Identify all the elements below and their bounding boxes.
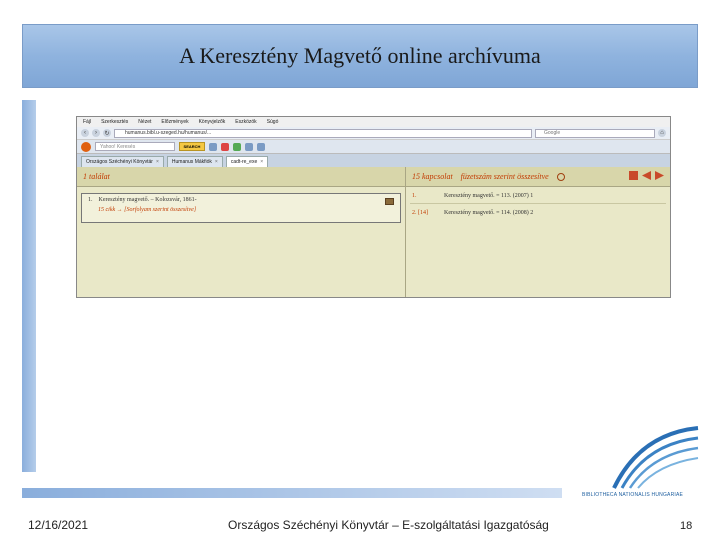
result-item[interactable]: 1. Keresztény magvető. – Kolozsvár, 1861… <box>81 193 401 223</box>
browser-tabs: Országos Széchényi Könyvtár × Humanus Má… <box>77 154 670 167</box>
menu-item-bookmarks[interactable]: Könyvjelzők <box>199 119 226 125</box>
logo-text: BIBLIOTHECA NATIONALIS HUNGARIAE <box>582 492 684 498</box>
arrow-right-icon[interactable] <box>655 171 664 180</box>
list-item[interactable]: 1. Keresztény magvető. = 113. (2007) 1 <box>406 193 670 199</box>
title-banner: A Keresztény Magvető online archívuma <box>22 24 698 88</box>
left-pane-header: 1 találat <box>77 167 405 187</box>
list-item-text[interactable]: Keresztény magvető. = 114. (2008) 2 <box>444 210 533 216</box>
page-content: 1 találat 1. Keresztény magvető. – Koloz… <box>77 167 670 297</box>
result-title[interactable]: Keresztény magvető. – Kolozsvár, 1861- <box>99 197 197 203</box>
menu-item-help[interactable]: Súgó <box>267 119 279 125</box>
tab-cadt[interactable]: cadt-re_exe × <box>225 156 269 167</box>
back-icon[interactable]: ‹ <box>81 129 89 137</box>
close-icon[interactable]: × <box>156 159 159 165</box>
list-item[interactable]: 2. [14] Keresztény magvető. = 114. (2008… <box>406 210 670 216</box>
browser-search-input[interactable]: Google <box>535 128 655 138</box>
firefox-icon <box>81 141 91 152</box>
close-icon[interactable]: × <box>215 159 218 165</box>
divider <box>410 203 666 204</box>
menu-item-history[interactable]: Előzmények <box>161 119 188 125</box>
grouping-title: füzetszám szerint összesítve <box>460 172 549 181</box>
search-icon[interactable] <box>556 172 565 181</box>
toolbar-search-input[interactable]: Yahoo! Keresés <box>95 142 175 151</box>
close-icon[interactable]: × <box>260 159 263 165</box>
menu-item-tools[interactable]: Eszközök <box>235 119 256 125</box>
tab-oszk[interactable]: Országos Széchényi Könyvtár × <box>81 156 164 167</box>
menu-item-view[interactable]: Nézet <box>138 119 151 125</box>
footer-organization: Országos Széchényi Könyvtár – E-szolgált… <box>228 518 549 532</box>
list-item-number: 1. <box>412 193 417 199</box>
export-icon[interactable] <box>629 171 638 180</box>
reload-icon[interactable]: ↻ <box>103 129 111 137</box>
menu-item-file[interactable]: Fájl <box>83 119 91 125</box>
list-item-text[interactable]: Keresztény magvető. = 113. (2007) 1 <box>444 193 533 199</box>
home-icon[interactable]: ⌂ <box>658 129 666 137</box>
book-icon[interactable] <box>385 198 394 205</box>
left-decor-stripe <box>22 100 36 472</box>
mail-icon[interactable] <box>221 142 229 151</box>
toolbar-icon[interactable] <box>233 142 241 151</box>
menu-item-edit[interactable]: Szerkesztés <box>101 119 128 125</box>
oszk-logo-icon <box>612 426 699 489</box>
link-count: 15 kapcsolat <box>412 172 453 181</box>
result-link[interactable]: 15 cikk → [Sorfolyam szerint összesítve] <box>88 207 394 213</box>
list-item-number: 2. [14] <box>412 210 428 216</box>
bottom-decor-stripe <box>22 488 562 498</box>
right-pane: 15 kapcsolat füzetszám szerint összesítv… <box>406 167 670 297</box>
toolbar-search-button[interactable]: SEARCH <box>179 142 205 151</box>
toolbar-icon[interactable] <box>245 142 253 151</box>
browser-menu-bar: Fájl Szerkesztés Nézet Előzmények Könyvj… <box>77 117 670 127</box>
tab-label: cadt-re_exe <box>230 159 258 165</box>
address-bar[interactable]: humanus.bibl.u-szeged.hu/humanus/... <box>114 128 532 138</box>
tab-label: Humanus Mákfiók <box>171 159 212 165</box>
page-number: 18 <box>680 520 693 532</box>
tab-label: Országos Széchényi Könyvtár <box>86 159 153 165</box>
left-pane: 1 találat 1. Keresztény magvető. – Koloz… <box>77 167 406 297</box>
slide-title: A Keresztény Magvető online archívuma <box>179 43 541 68</box>
browser-screenshot: Fájl Szerkesztés Nézet Előzmények Könyvj… <box>76 116 671 298</box>
result-number: 1. <box>88 197 93 203</box>
browser-toolbar: Yahoo! Keresés SEARCH <box>77 140 670 154</box>
forward-icon[interactable]: › <box>92 129 100 137</box>
toolbar-icon[interactable] <box>257 142 265 151</box>
browser-nav-bar: ‹ › ↻ humanus.bibl.u-szeged.hu/humanus/.… <box>77 127 670 140</box>
footer-date: 12/16/2021 <box>28 518 89 532</box>
toolbar-icon[interactable] <box>209 142 217 151</box>
arrow-left-icon[interactable] <box>642 171 651 180</box>
tab-humanus[interactable]: Humanus Mákfiók × <box>166 156 223 167</box>
right-pane-actions <box>629 171 664 180</box>
